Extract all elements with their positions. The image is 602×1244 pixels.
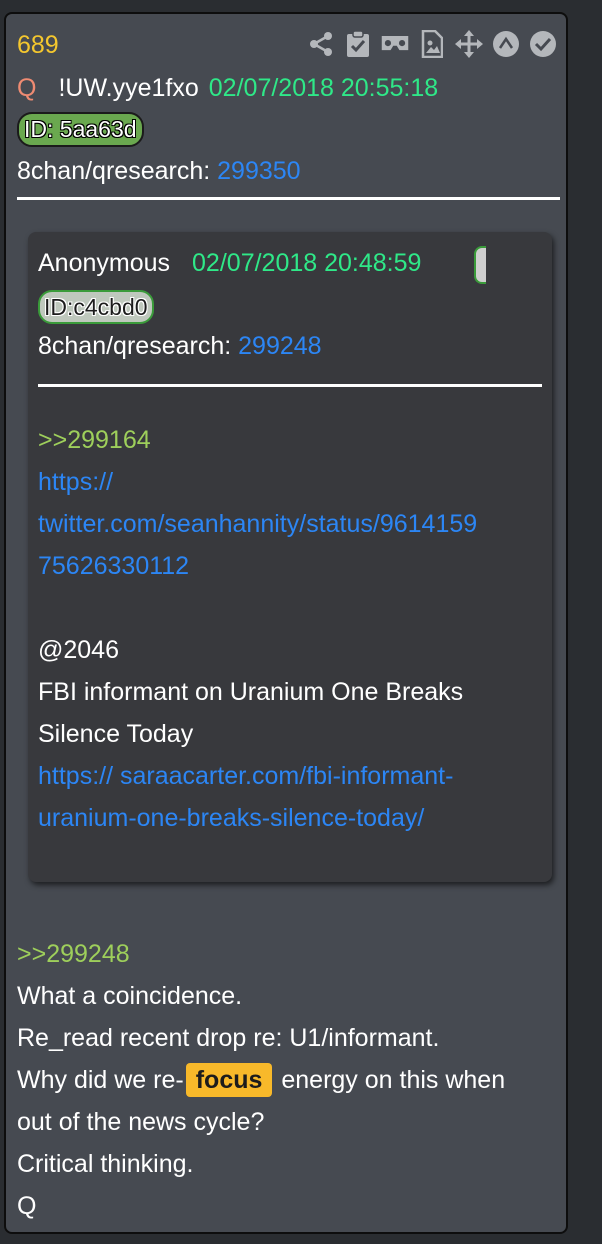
quoted-id-badge-edge bbox=[474, 246, 486, 284]
post-body: >>299248 What a coincidence. Re_read rec… bbox=[17, 933, 567, 1227]
article-link-line-2[interactable]: uranium-one-breaks-silence-today/ bbox=[38, 797, 538, 839]
quoted-text-line-2: Silence Today bbox=[38, 720, 194, 748]
move-arrows-icon[interactable] bbox=[454, 29, 484, 59]
check-circle-icon[interactable] bbox=[528, 29, 558, 59]
signature: Q bbox=[17, 1192, 37, 1220]
tripcode: !UW.yye1fxo bbox=[58, 74, 199, 102]
quoted-text-line-1: FBI informant on Uranium One Breaks bbox=[38, 678, 464, 706]
post-number: 689 bbox=[17, 31, 59, 59]
body-line-3-end: energy on this when bbox=[281, 1066, 506, 1094]
focus-highlight: focus bbox=[185, 1063, 273, 1097]
quoted-board-name: 8chan/qresearch: bbox=[38, 332, 232, 360]
quoted-id-badge[interactable]: ID:c4cbd0 bbox=[38, 290, 154, 324]
quoted-post-header: Anonymous 02/07/2018 20:48:59 bbox=[38, 249, 421, 278]
post-datetime: 02/07/2018 20:55:18 bbox=[208, 74, 439, 102]
body-line-3: Why did we re-focus energy on this when bbox=[17, 1059, 567, 1101]
quoted-board-reference: 8chan/qresearch: 299248 bbox=[38, 332, 322, 361]
quoted-author: Anonymous bbox=[38, 249, 171, 277]
clipboard-check-icon[interactable] bbox=[343, 29, 373, 59]
quoted-header-divider bbox=[38, 384, 542, 387]
twitter-link-line-1[interactable]: https:// bbox=[38, 461, 538, 503]
board-name: 8chan/qresearch: bbox=[17, 157, 211, 185]
share-icon[interactable] bbox=[306, 29, 336, 59]
body-line-2: Re_read recent drop re: U1/informant. bbox=[17, 1024, 440, 1052]
quoted-reply-reference[interactable]: >>299164 bbox=[38, 419, 538, 461]
body-line-4: out of the news cycle? bbox=[17, 1108, 265, 1136]
reply-reference[interactable]: >>299248 bbox=[17, 933, 567, 975]
quoted-post-body: >>299164 https:// twitter.com/seanhannit… bbox=[38, 419, 538, 839]
body-line-3-start: Why did we re- bbox=[17, 1066, 184, 1094]
header-divider bbox=[17, 197, 560, 200]
quoted-post-card: Anonymous 02/07/2018 20:48:59 ID:c4cbd0 8… bbox=[28, 232, 552, 882]
poster-id-badge[interactable]: ID: 5aa63d bbox=[17, 112, 144, 147]
q-post-card: 689 Q !UW.yye1fxo 02/07/2018 20:55:18 ID… bbox=[4, 12, 568, 1234]
quoted-mention: @2046 bbox=[38, 636, 119, 664]
body-line-1: What a coincidence. bbox=[17, 982, 243, 1010]
twitter-link-line-2[interactable]: twitter.com/seanhannity/status/9614159 bbox=[38, 503, 538, 545]
board-post-link[interactable]: 299350 bbox=[217, 157, 300, 185]
body-line-5: Critical thinking. bbox=[17, 1150, 194, 1178]
post-header: Q !UW.yye1fxo 02/07/2018 20:55:18 bbox=[17, 74, 438, 103]
board-reference: 8chan/qresearch: 299350 bbox=[17, 157, 301, 186]
author-initial: Q bbox=[17, 74, 37, 102]
caret-up-circle-icon[interactable] bbox=[491, 29, 521, 59]
twitter-link-line-3[interactable]: 75626330112 bbox=[38, 545, 538, 587]
image-file-icon[interactable] bbox=[417, 29, 447, 59]
vr-goggles-icon[interactable] bbox=[380, 29, 410, 59]
article-link-line-1[interactable]: https:// saraacarter.com/fbi-informant- bbox=[38, 755, 538, 797]
quoted-datetime: 02/07/2018 20:48:59 bbox=[192, 249, 422, 277]
quoted-board-post-link[interactable]: 299248 bbox=[238, 332, 321, 360]
post-toolbar bbox=[299, 29, 558, 59]
